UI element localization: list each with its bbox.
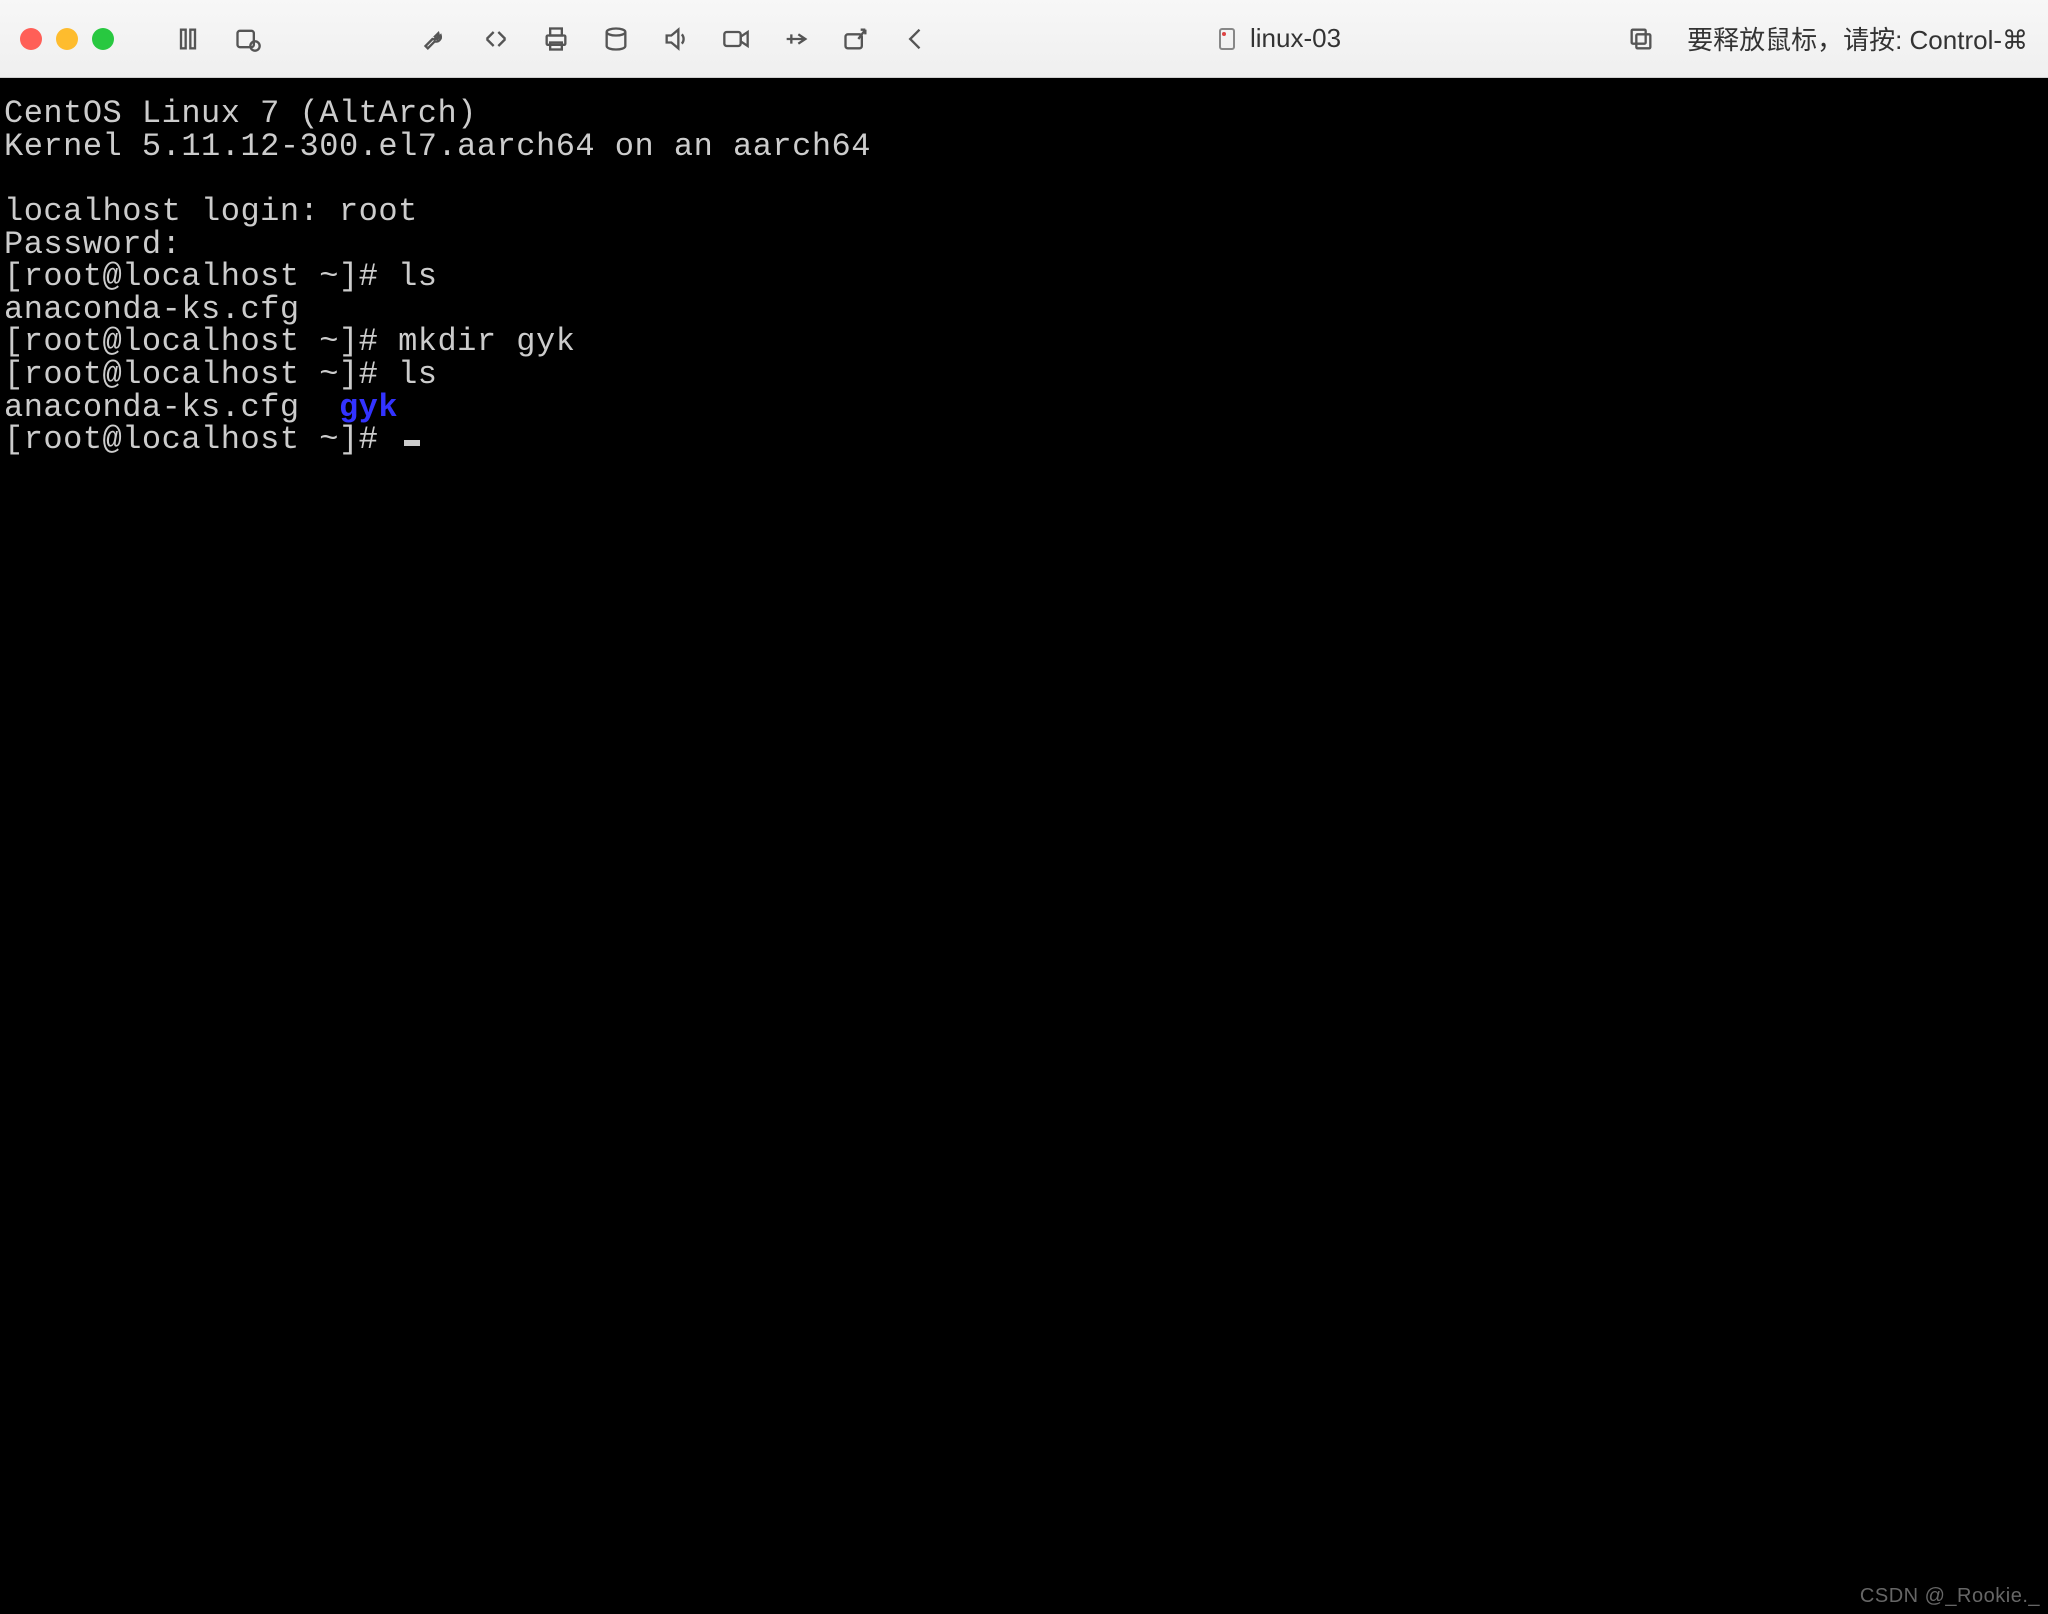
terminal-password: Password: — [4, 229, 2044, 262]
terminal-directory: gyk — [339, 389, 398, 426]
snapshot-icon[interactable] — [232, 23, 264, 55]
terminal-prompt-current: [root@localhost ~]# — [4, 424, 2044, 457]
minimize-button[interactable] — [56, 28, 78, 50]
terminal-prompt: [root@localhost ~]# ls — [4, 359, 2044, 392]
maximize-button[interactable] — [92, 28, 114, 50]
terminal-output: anaconda-ks.cfg gyk — [4, 392, 2044, 425]
titlebar-right: 要释放鼠标，请按: Control-⌘ — [1625, 20, 2028, 57]
titlebar: linux-03 要释放鼠标，请按: Control-⌘ — [0, 0, 2048, 78]
speaker-icon[interactable] — [660, 23, 692, 55]
watermark: CSDN @_Rookie._ — [1860, 1586, 2040, 1606]
terminal-file: anaconda-ks.cfg — [4, 389, 339, 426]
camera-icon[interactable] — [720, 23, 752, 55]
printer-icon[interactable] — [540, 23, 572, 55]
window-controls — [20, 28, 114, 50]
terminal-prompt: [root@localhost ~]# mkdir gyk — [4, 326, 2044, 359]
cursor — [404, 440, 420, 446]
terminal[interactable]: CentOS Linux 7 (AltArch) Kernel 5.11.12-… — [0, 78, 2048, 1614]
window-title-text: linux-03 — [1250, 23, 1341, 54]
close-button[interactable] — [20, 28, 42, 50]
terminal-blank — [4, 163, 2044, 196]
terminal-banner: CentOS Linux 7 (AltArch) — [4, 98, 2044, 131]
chevron-left-icon[interactable] — [900, 23, 932, 55]
disk-icon[interactable] — [600, 23, 632, 55]
terminal-login: localhost login: root — [4, 196, 2044, 229]
toolbar-center — [420, 23, 932, 55]
terminal-prompt: [root@localhost ~]# ls — [4, 261, 2044, 294]
share-icon[interactable] — [840, 23, 872, 55]
toolbar-left — [172, 23, 264, 55]
release-hint: 要释放鼠标，请按: Control-⌘ — [1687, 20, 2028, 57]
copy-icon[interactable] — [1625, 23, 1657, 55]
wrench-icon[interactable] — [420, 23, 452, 55]
window-title: linux-03 — [950, 23, 1607, 54]
document-icon — [1216, 27, 1240, 51]
pause-icon[interactable] — [172, 23, 204, 55]
terminal-kernel: Kernel 5.11.12-300.el7.aarch64 on an aar… — [4, 131, 2044, 164]
usb-icon[interactable] — [780, 23, 812, 55]
terminal-output: anaconda-ks.cfg — [4, 294, 2044, 327]
resize-icon[interactable] — [480, 23, 512, 55]
